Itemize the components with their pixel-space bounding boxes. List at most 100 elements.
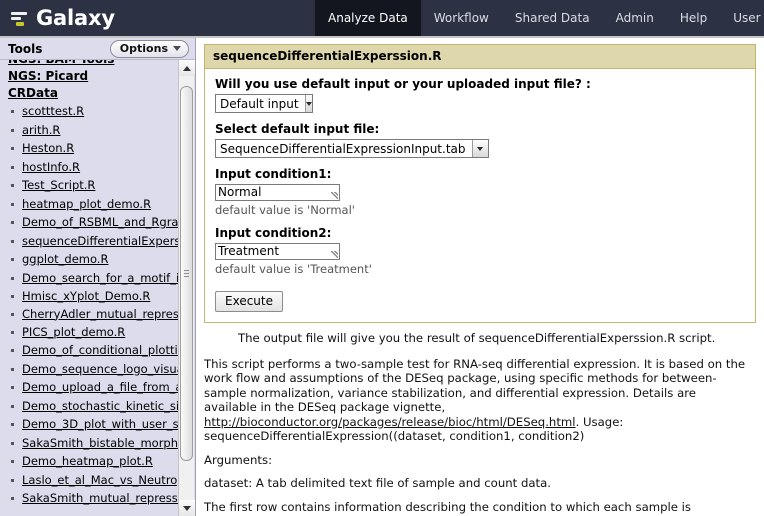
help-arguments-heading: Arguments:	[204, 452, 273, 467]
nav-item-help[interactable]: Help	[667, 0, 720, 36]
input-value: Treatment	[218, 244, 280, 258]
tool-list-item[interactable]: heatmap_plot_demo.R	[0, 195, 178, 214]
tool-panel: Tools Options NGS: BAM Tools NGS: Picard…	[0, 38, 196, 516]
tool-link[interactable]: Test_Script.R	[22, 178, 95, 192]
help-description: This script performs a two-sample test f…	[204, 357, 752, 444]
tool-list-item[interactable]: Heston.R	[0, 139, 178, 158]
condition1-input[interactable]: Normal	[215, 184, 340, 201]
tool-link[interactable]: CherryAdler_mutual_repression_course_sim…	[22, 307, 178, 321]
tool-list-item[interactable]: Hmisc_xYplot_Demo.R	[0, 287, 178, 306]
tool-list-item[interactable]: Demo_sequence_logo_visualizat	[0, 360, 178, 379]
tool-list-item[interactable]: Demo_search_for_a_motif_in_a_	[0, 269, 178, 288]
tool-link[interactable]: ggplot_demo.R	[22, 252, 108, 266]
scroll-up-arrow-icon[interactable]	[179, 60, 195, 76]
field-input-source: Will you use default input or your uploa…	[215, 77, 745, 113]
help-description-before-link: This script performs a two-sample test f…	[204, 356, 746, 415]
nav-item-analyze-data[interactable]: Analyze Data	[315, 0, 421, 36]
tool-list-item[interactable]: hostInfo.R	[0, 158, 178, 177]
field-label: Will you use default input or your uploa…	[215, 77, 591, 91]
tool-link[interactable]: SakaSmith_bistable_morphogen_	[22, 436, 178, 450]
default-input-file-select[interactable]: SequenceDifferentialExpressionInput.tab	[215, 139, 489, 158]
tool-list-item[interactable]: SakaSmith_bistable_morphogen_	[0, 434, 178, 453]
field-label: Input condition1:	[215, 167, 332, 181]
nav-item-admin[interactable]: Admin	[603, 0, 667, 36]
tool-list-item[interactable]: SakaSmith_mutual_repression_G	[0, 489, 178, 508]
page-body: Tools Options NGS: BAM Tools NGS: Picard…	[0, 38, 764, 516]
brand-logo[interactable]: Galaxy	[0, 7, 115, 29]
tool-link[interactable]: Demo_stochastic_kinetic_simulat	[22, 399, 178, 413]
tool-options-button[interactable]: Options	[109, 39, 189, 58]
tool-list-item[interactable]: Demo_upload_a_file_from_a_rem	[0, 378, 178, 397]
select-value: Default input	[220, 96, 299, 111]
tool-list-item[interactable]: Laslo_et_al_Mac_vs_Neutrophil_	[0, 471, 178, 490]
tool-link[interactable]: heatmap_plot_demo.R	[22, 197, 151, 211]
main-navigation: Analyze Data Workflow Shared Data Admin …	[315, 0, 764, 36]
tool-list-item[interactable]: sequenceDifferentialExperssion.R	[0, 232, 178, 251]
tool-link[interactable]: arith.R	[22, 123, 60, 137]
nav-item-workflow[interactable]: Workflow	[421, 0, 502, 36]
nav-item-shared-data[interactable]: Shared Data	[502, 0, 603, 36]
tool-link[interactable]: Hmisc_xYplot_Demo.R	[22, 289, 150, 303]
tool-form-title: sequenceDifferentialExperssion.R	[205, 45, 755, 69]
tool-link[interactable]: hostInfo.R	[22, 160, 80, 174]
tool-link[interactable]: SakaSmith_mutual_repression_G	[22, 491, 178, 505]
tool-link[interactable]: sequenceDifferentialExperssion.R	[22, 234, 178, 248]
scrollbar-thumb[interactable]	[180, 86, 193, 461]
help-first-row: The first row contains information descr…	[204, 499, 713, 516]
chevron-down-icon[interactable]	[471, 140, 488, 157]
tool-link[interactable]: Demo_upload_a_file_from_a_rem	[22, 380, 178, 394]
resize-handle-icon[interactable]	[331, 192, 338, 199]
scroll-down-arrow-icon[interactable]	[179, 500, 195, 516]
resize-handle-icon[interactable]	[331, 251, 338, 258]
masthead: Galaxy Analyze Data Workflow Shared Data…	[0, 0, 764, 38]
tool-list-item[interactable]: Demo_3D_plot_with_user_select	[0, 415, 178, 434]
input-value: Normal	[218, 185, 262, 199]
tool-list-item[interactable]: Demo_of_RSBML_and_RgraphViz	[0, 213, 178, 232]
tool-section-crdata[interactable]: CRData	[0, 85, 178, 102]
chevron-down-icon	[173, 45, 181, 51]
tool-list-item[interactable]: arith.R	[0, 121, 178, 140]
tool-link[interactable]: Heston.R	[22, 141, 74, 155]
tool-list-scroll-area: NGS: BAM Tools NGS: Picard CRData scottt…	[0, 60, 195, 516]
field-label: Select default input file:	[215, 122, 380, 136]
field-default-input-file: Select default input file: SequenceDiffe…	[215, 122, 745, 158]
nav-item-user[interactable]: User	[720, 0, 764, 36]
tool-link[interactable]: Demo_sequence_logo_visualizat	[22, 362, 178, 376]
tool-link[interactable]: Demo_of_conditional_plotting.R	[22, 343, 178, 357]
tool-list: NGS: BAM Tools NGS: Picard CRData scottt…	[0, 60, 178, 508]
tool-link[interactable]: Laslo_et_al_Mac_vs_Neutrophil_	[22, 473, 178, 487]
deseq-vignette-link[interactable]: http://bioconductor.org/packages/release…	[204, 415, 576, 429]
galaxy-logo-icon	[10, 9, 29, 28]
tool-panel-scrollbar[interactable]	[178, 60, 195, 516]
tool-panel-header: Tools Options	[0, 38, 195, 60]
tool-link[interactable]: Demo_of_RSBML_and_RgraphViz	[22, 215, 178, 229]
tool-list-item[interactable]: scotttest.R	[0, 102, 178, 121]
tool-list-item[interactable]: Demo_of_conditional_plotting.R	[0, 341, 178, 360]
help-dataset-line: dataset: A tab delimited text file of sa…	[204, 476, 551, 490]
chevron-down-icon[interactable]	[304, 95, 312, 112]
tool-list-item[interactable]: Demo_heatmap_plot.R	[0, 452, 178, 471]
condition2-input[interactable]: Treatment	[215, 243, 340, 260]
tool-list-item[interactable]: CherryAdler_mutual_repression_course_sim…	[0, 306, 178, 323]
select-value: SequenceDifferentialExpressionInput.tab	[220, 141, 466, 156]
tool-list-item[interactable]: Test_Script.R	[0, 176, 178, 195]
tool-form: sequenceDifferentialExperssion.R Will yo…	[204, 44, 756, 323]
execute-button[interactable]: Execute	[215, 291, 283, 312]
field-condition1: Input condition1: Normal default value i…	[215, 167, 745, 217]
tool-section-ngs-picard[interactable]: NGS: Picard	[0, 68, 178, 85]
tool-list-item[interactable]: PICS_plot_demo.R	[0, 323, 178, 342]
tool-link[interactable]: Demo_heatmap_plot.R	[22, 454, 153, 468]
tool-list-item[interactable]: ggplot_demo.R	[0, 250, 178, 269]
tool-link[interactable]: Demo_search_for_a_motif_in_a_	[22, 271, 178, 285]
tool-form-body: Will you use default input or your uploa…	[205, 69, 755, 322]
tool-panel-title: Tools	[8, 41, 43, 56]
input-source-select[interactable]: Default input	[215, 94, 313, 113]
tool-section-ngs-bam-tools[interactable]: NGS: BAM Tools	[0, 60, 178, 68]
field-help-text: default value is 'Normal'	[215, 203, 355, 217]
tool-link[interactable]: PICS_plot_demo.R	[22, 325, 125, 339]
center-panel: sequenceDifferentialExperssion.R Will yo…	[196, 38, 764, 516]
tool-help-section: The output file will give you the result…	[204, 323, 756, 516]
tool-link[interactable]: scotttest.R	[22, 104, 84, 118]
tool-link[interactable]: Demo_3D_plot_with_user_select	[22, 417, 178, 431]
tool-list-item[interactable]: Demo_stochastic_kinetic_simulat	[0, 397, 178, 416]
